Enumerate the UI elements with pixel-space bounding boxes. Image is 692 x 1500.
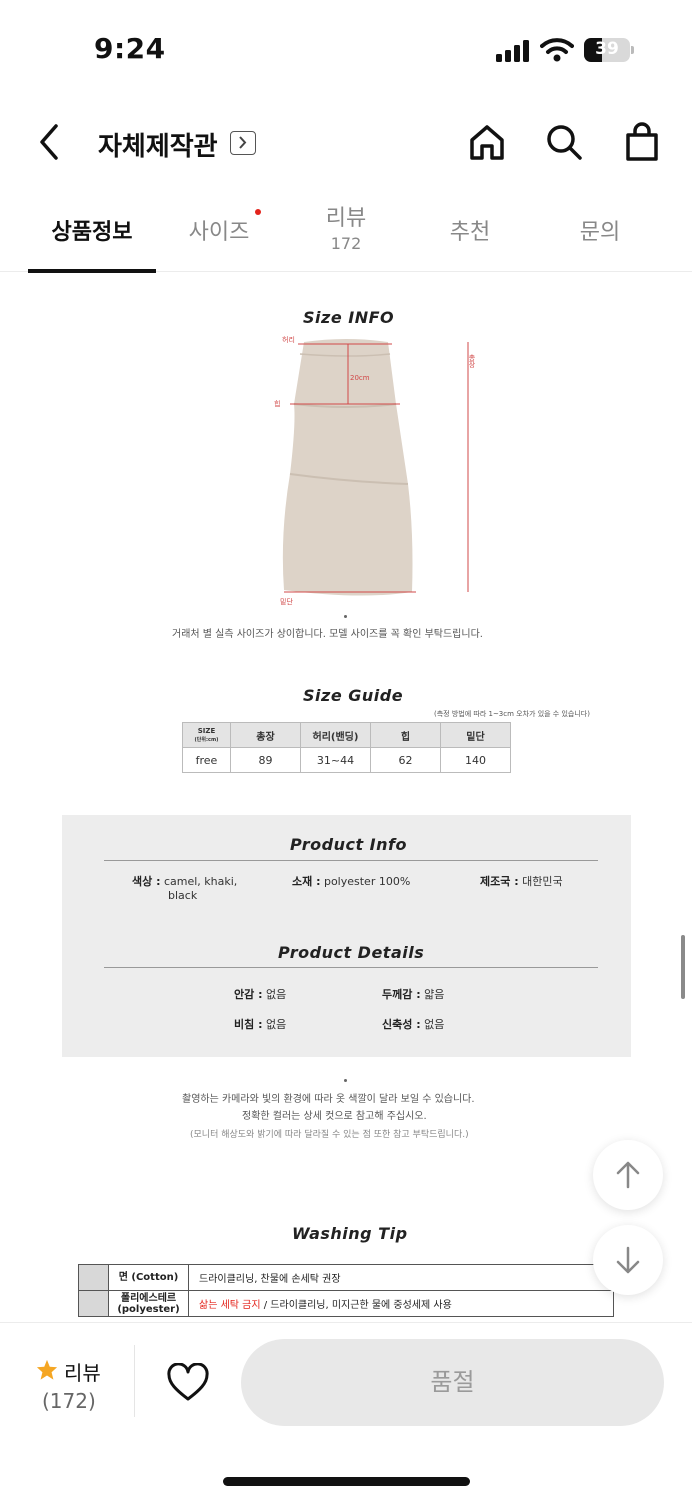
home-indicator	[223, 1477, 470, 1486]
shop-title[interactable]: 자체제작관	[98, 126, 218, 163]
size-info-note: 거래처 별 실측 사이즈가 상이합니다. 모델 사이즈를 꼭 확인 부탁드립니다…	[172, 629, 483, 640]
chevron-right-icon[interactable]	[230, 131, 256, 155]
scroll-bottom-button[interactable]	[593, 1225, 663, 1295]
color-note-2: 정확한 컬러는 상세 컷으로 참고해 주십시오.	[242, 1111, 427, 1122]
label-waist: 허리	[282, 335, 295, 344]
size-header: SIZE (단위:cm)	[182, 722, 231, 748]
label-hip: 힙	[274, 399, 280, 408]
tab-product-info[interactable]: 상품정보	[28, 196, 156, 273]
label-hem: 밑단	[280, 597, 293, 606]
heart-icon[interactable]	[166, 1363, 210, 1403]
cellular-signal-icon	[496, 40, 529, 62]
tab-review[interactable]: 리뷰 172	[300, 196, 392, 272]
soldout-button[interactable]: 품절	[241, 1339, 664, 1426]
battery-level: 39	[595, 39, 619, 59]
table-row: 폴리에스테르 (polyester) 삶는 세탁 금지 / 드라이클리닝, 미지근…	[78, 1290, 614, 1317]
shopping-bag-icon[interactable]	[622, 122, 662, 162]
home-icon[interactable]	[467, 122, 507, 162]
scrollbar[interactable]	[681, 935, 685, 999]
review-count: 172	[330, 234, 362, 253]
battery-icon: 39	[584, 38, 634, 62]
color-note-1: 촬영하는 카메라와 빛의 환경에 따라 옷 색깔이 달라 보일 수 있습니다.	[182, 1094, 475, 1105]
wifi-icon	[540, 38, 574, 62]
status-bar: 9:24 39	[0, 0, 692, 100]
product-detail-content: Size INFO 허리 힙 밑단 20cm 총장 거래처 별 실측 사이즈가 …	[0, 272, 692, 1322]
product-details-title: Product Details	[278, 943, 425, 962]
label-hip-depth: 20cm	[350, 374, 370, 382]
table-row: 면 (Cotton) 드라이클리닝, 찬물에 손세탁 권장	[78, 1264, 614, 1291]
skirt-illustration: 허리 힙 밑단 20cm 총장	[274, 335, 476, 606]
bottom-action-bar: 리뷰 (172) 품절	[0, 1322, 692, 1500]
back-arrow-icon[interactable]	[34, 122, 64, 162]
size-table: SIZE (단위:cm) 총장 허리(밴딩) 힙 밑단 free 89 31~44…	[182, 722, 511, 773]
new-dot-badge	[255, 209, 261, 215]
color-note-3: (모니터 해상도와 밝기에 따라 달라질 수 있는 점 또한 참고 부탁드립니다…	[190, 1130, 469, 1140]
size-guide-note: (측정 방법에 따라 1~3cm 오차가 있을 수 있습니다)	[434, 710, 590, 718]
product-info-box: Product Info 색상 : camel, khaki, black 소재…	[62, 815, 631, 1057]
washing-table: 면 (Cotton) 드라이클리닝, 찬물에 손세탁 권장 폴리에스테르 (pol…	[78, 1264, 614, 1317]
status-time: 9:24	[94, 32, 166, 65]
product-info-title: Product Info	[290, 835, 407, 854]
table-row: free 89 31~44 62 140	[182, 747, 511, 773]
tab-recommend[interactable]: 추천	[424, 196, 516, 272]
star-icon	[36, 1359, 58, 1380]
tab-size[interactable]: 사이즈	[170, 196, 268, 272]
size-guide-title: Size Guide	[303, 686, 404, 705]
arrow-up-icon	[616, 1161, 640, 1189]
product-tabs: 상품정보 사이즈 리뷰 172 추천 문의	[0, 196, 692, 273]
size-info-title: Size INFO	[303, 308, 395, 327]
arrow-down-icon	[616, 1246, 640, 1274]
top-nav-bar: 자체제작관	[0, 110, 692, 174]
label-length: 총장	[468, 353, 476, 368]
washing-tip-title: Washing Tip	[292, 1224, 408, 1243]
tab-inquiry[interactable]: 문의	[554, 196, 646, 272]
search-icon[interactable]	[544, 122, 584, 162]
scroll-top-button[interactable]	[593, 1140, 663, 1210]
